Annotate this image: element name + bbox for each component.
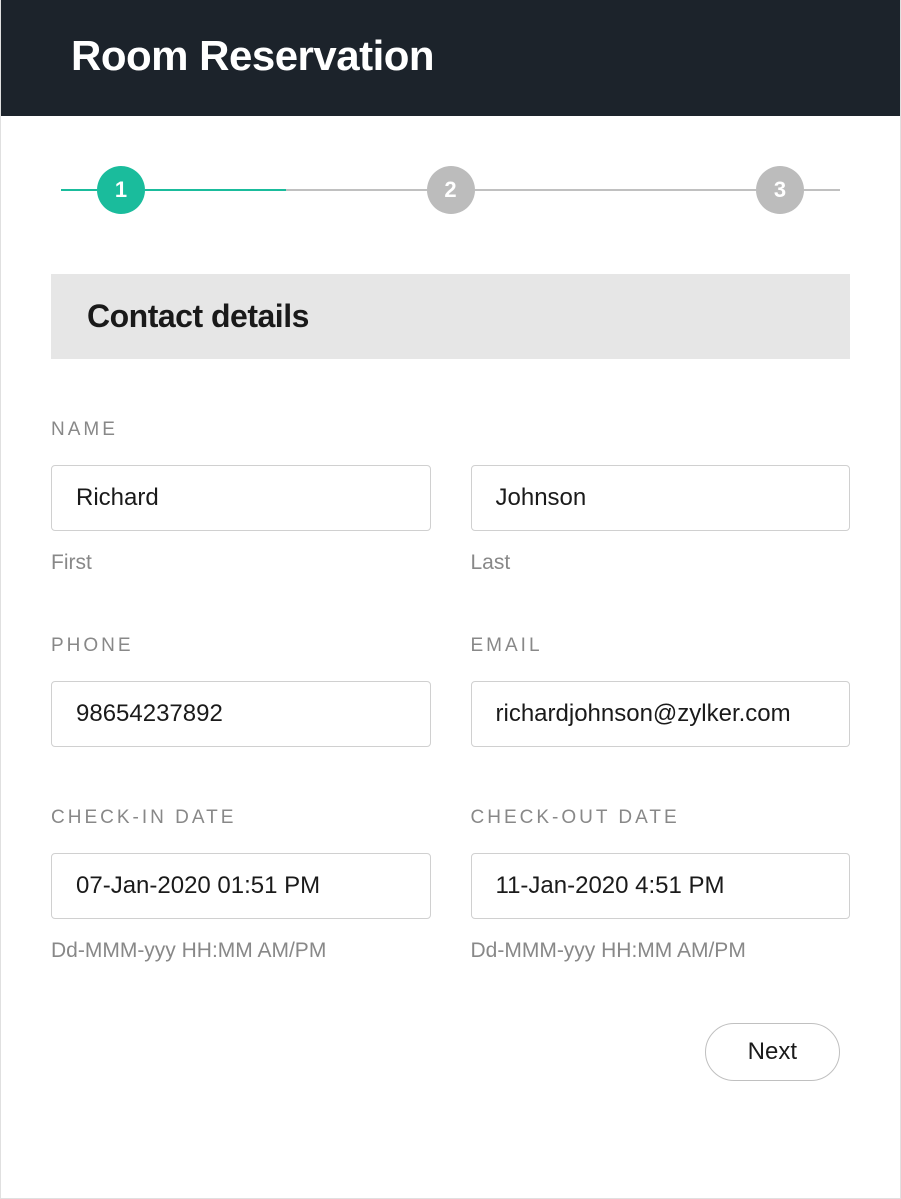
checkout-input[interactable]	[471, 853, 851, 919]
step-line-1-2b	[286, 189, 427, 191]
page-content: 1 2 3 Contact details NAME First Last PH…	[1, 116, 900, 1121]
email-input[interactable]	[471, 681, 851, 747]
step-1[interactable]: 1	[97, 166, 145, 214]
dates-row: CHECK-IN DATE Dd-MMM-yyy HH:MM AM/PM CHE…	[51, 807, 850, 963]
section-title-bar: Contact details	[51, 274, 850, 359]
phone-label: PHONE	[51, 635, 431, 657]
email-label: EMAIL	[471, 635, 851, 657]
last-name-input[interactable]	[471, 465, 851, 531]
form-footer: Next	[51, 1023, 850, 1081]
checkin-hint: Dd-MMM-yyy HH:MM AM/PM	[51, 939, 431, 963]
name-row: NAME First Last	[51, 419, 850, 575]
checkout-group: CHECK-OUT DATE Dd-MMM-yyy HH:MM AM/PM	[471, 807, 851, 963]
section-title: Contact details	[87, 298, 814, 335]
step-line-2-3	[475, 189, 757, 191]
checkin-group: CHECK-IN DATE Dd-MMM-yyy HH:MM AM/PM	[51, 807, 431, 963]
email-group: EMAIL	[471, 635, 851, 747]
step-3[interactable]: 3	[756, 166, 804, 214]
page-header: Room Reservation	[1, 0, 900, 116]
stepper: 1 2 3	[51, 166, 850, 214]
step-2[interactable]: 2	[427, 166, 475, 214]
checkin-label: CHECK-IN DATE	[51, 807, 431, 829]
last-name-sublabel: Last	[471, 551, 851, 575]
step-line-leading	[61, 189, 97, 191]
phone-input[interactable]	[51, 681, 431, 747]
name-label: NAME	[51, 419, 850, 441]
first-name-group: First	[51, 465, 431, 575]
checkout-label: CHECK-OUT DATE	[471, 807, 851, 829]
next-button[interactable]: Next	[705, 1023, 840, 1081]
last-name-group: Last	[471, 465, 851, 575]
checkout-hint: Dd-MMM-yyy HH:MM AM/PM	[471, 939, 851, 963]
contact-row: PHONE EMAIL	[51, 635, 850, 747]
first-name-sublabel: First	[51, 551, 431, 575]
page-title: Room Reservation	[71, 32, 830, 80]
phone-group: PHONE	[51, 635, 431, 747]
step-line-1-2a	[145, 189, 286, 191]
step-line-trailing	[804, 189, 840, 191]
first-name-input[interactable]	[51, 465, 431, 531]
checkin-input[interactable]	[51, 853, 431, 919]
